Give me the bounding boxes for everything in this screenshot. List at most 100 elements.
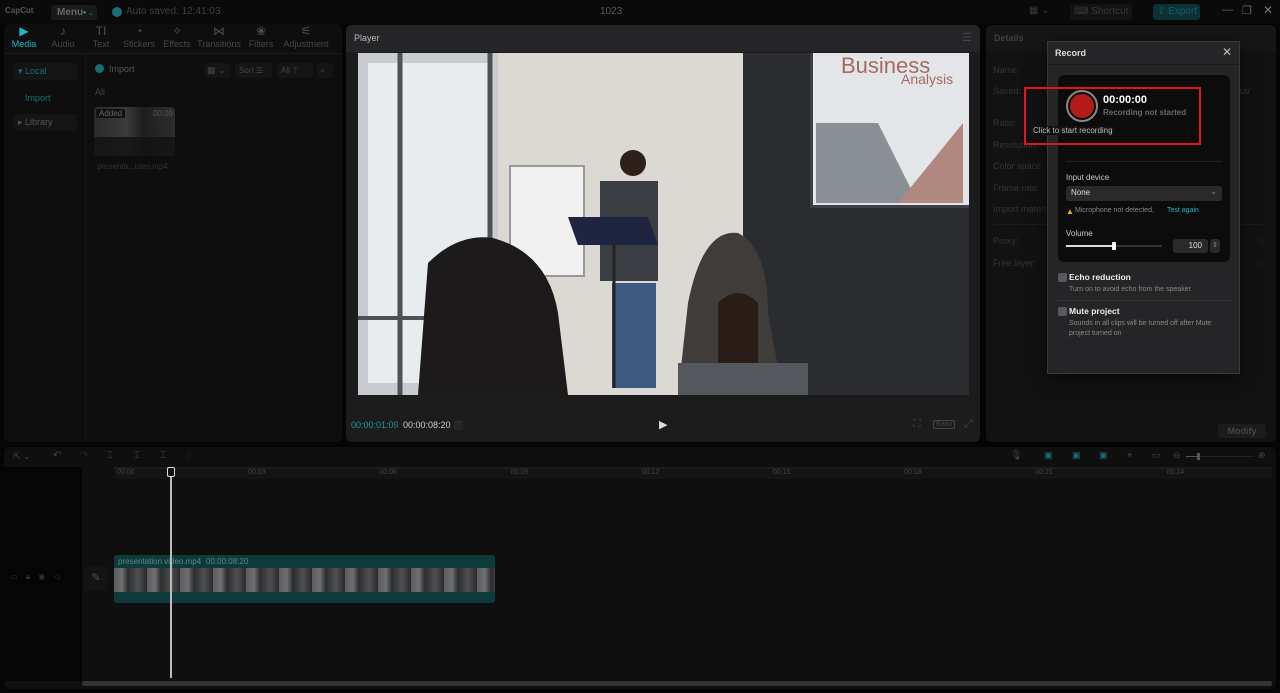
- timecode-grid-icon[interactable]: ▥: [453, 418, 463, 431]
- free-layer-info-icon[interactable]: ⓘ: [1257, 256, 1267, 271]
- proxy-info-icon[interactable]: ⓘ: [1257, 233, 1267, 248]
- zoom-out-icon[interactable]: ⊖: [1173, 450, 1181, 461]
- pencil-icon: ✎: [91, 572, 101, 584]
- view-grid-button[interactable]: ▦ ⌄: [204, 63, 230, 78]
- audio-icon[interactable]: ◁: [54, 572, 60, 581]
- shortcut-button[interactable]: ⌨ Shortcut: [1070, 4, 1132, 20]
- tab-stickers[interactable]: ◔ Stickers: [120, 24, 158, 49]
- ruler-tick-label: 00:00: [117, 469, 135, 476]
- timeline-scrollbar[interactable]: [82, 681, 1272, 686]
- tab-filters[interactable]: ❀ Filters: [243, 24, 279, 49]
- plus-circle-icon: [95, 64, 104, 73]
- sidebar-local[interactable]: ▾ Local: [14, 63, 77, 80]
- split-left-icon[interactable]: ⌶: [134, 450, 140, 461]
- select-tool-icon[interactable]: ⇱ ⌄: [13, 451, 31, 462]
- section-all-label: All: [95, 87, 106, 97]
- volume-stepper-icon[interactable]: ⇕: [1210, 239, 1220, 253]
- import-button[interactable]: Import: [95, 64, 147, 79]
- ruler-tick-label: 00:24: [1166, 469, 1185, 476]
- tab-media[interactable]: ▶ Media: [6, 24, 42, 49]
- playhead-handle[interactable]: [167, 467, 175, 477]
- sidebar-import[interactable]: Import: [25, 93, 51, 103]
- tab-audio[interactable]: ♪ Audio: [45, 24, 81, 49]
- video-preview[interactable]: Business Analysis: [358, 53, 969, 395]
- sidebar-library[interactable]: ▸ Library: [14, 114, 77, 131]
- mute-project-checkbox[interactable]: [1058, 307, 1067, 316]
- redo-icon[interactable]: ↷: [80, 450, 88, 461]
- tab-text[interactable]: TI Text: [83, 24, 119, 49]
- playhead[interactable]: [170, 468, 172, 678]
- cover-icon[interactable]: ▭: [10, 572, 18, 581]
- tab-effects[interactable]: ✧ Effects: [159, 24, 195, 49]
- menu-button[interactable]: Menu• ⌄: [51, 5, 97, 20]
- added-badge: Added: [96, 109, 126, 118]
- minimize-icon[interactable]: —: [1222, 4, 1233, 16]
- time-separator: /: [396, 420, 399, 430]
- filter-icon: ⊤: [292, 66, 300, 75]
- search-button[interactable]: ⌕: [317, 63, 333, 78]
- details-field-label: Frame rate:: [993, 183, 1040, 193]
- layout-icon[interactable]: ▦ ⌄: [1029, 5, 1050, 16]
- split-icon[interactable]: ⌶: [107, 450, 113, 461]
- cover-edit-button[interactable]: ✎: [84, 566, 108, 591]
- tab-adjustment[interactable]: ⚟ Adjustment: [283, 24, 329, 49]
- close-icon[interactable]: ✕: [1222, 45, 1232, 59]
- zoom-in-icon[interactable]: ⊕: [1258, 450, 1266, 461]
- ruler-tick-label: 00:06: [379, 469, 397, 476]
- title-bar: CapCut Menu• ⌄ Auto saved: 12:41:03 1023…: [0, 0, 1280, 24]
- shortcut-label: Shortcut: [1091, 6, 1129, 17]
- chevron-down-icon: ⌄: [85, 10, 94, 17]
- linkage-icon[interactable]: ▣: [1099, 450, 1108, 461]
- volume-input[interactable]: 100: [1173, 239, 1208, 253]
- details-field-label: Import materi: [993, 204, 1047, 214]
- microphone-icon[interactable]: 🎙: [1010, 450, 1023, 461]
- modify-button[interactable]: Modify: [1218, 424, 1266, 438]
- fit-screen-icon[interactable]: ⛶: [913, 418, 921, 431]
- restore-icon[interactable]: ❐: [1242, 4, 1252, 17]
- slide-title-analysis: Analysis: [901, 71, 953, 87]
- tab-label: Transitions: [197, 39, 241, 49]
- caption-icon[interactable]: ▭: [1152, 450, 1161, 461]
- ruler-tick-label: 00:18: [904, 469, 922, 476]
- fullscreen-icon[interactable]: ⤢: [964, 418, 973, 431]
- ruler-tick-label: 00:21: [1035, 469, 1053, 476]
- close-window-icon[interactable]: ✕: [1263, 3, 1273, 17]
- filter-all-label: All: [281, 66, 290, 75]
- play-button[interactable]: ▶: [659, 418, 667, 431]
- player-menu-icon[interactable]: ☰: [962, 31, 972, 44]
- auto-snap-icon[interactable]: ▣: [1072, 450, 1081, 461]
- sort-button[interactable]: Sort ☰: [235, 63, 272, 78]
- autosave-check-icon: [112, 7, 122, 17]
- export-button[interactable]: ⇪ Export: [1153, 4, 1200, 20]
- delete-icon[interactable]: ▯: [186, 450, 192, 461]
- test-again-link[interactable]: Test again: [1167, 207, 1199, 214]
- tab-label: Effects: [163, 39, 191, 49]
- ratio-button[interactable]: Ratio: [933, 420, 956, 429]
- export-label: Export: [1168, 6, 1198, 17]
- tab-label: Audio: [51, 39, 75, 49]
- zoom-slider[interactable]: [1186, 453, 1254, 460]
- media-item[interactable]: Added 00:09: [94, 107, 175, 156]
- echo-reduction-checkbox[interactable]: [1058, 273, 1067, 282]
- divider: [1066, 161, 1222, 162]
- lock-icon[interactable]: 🔒︎: [26, 572, 30, 581]
- split-right-icon[interactable]: ⌶: [160, 450, 166, 461]
- filter-button[interactable]: All ⊤: [277, 63, 313, 78]
- search-icon: ⌕: [320, 65, 326, 75]
- magnet-main-icon[interactable]: ▣: [1044, 450, 1053, 461]
- transitions-icon: ⋈: [213, 24, 225, 38]
- media-duration: 00:09: [152, 109, 173, 118]
- input-device-select[interactable]: None ⌄: [1066, 186, 1222, 201]
- sort-icon: ☰: [255, 66, 264, 75]
- tab-label: Text: [92, 39, 110, 49]
- tab-transitions[interactable]: ⋈ Transitions: [197, 24, 241, 49]
- volume-slider[interactable]: [1066, 242, 1162, 250]
- volume-slider-fill: [1066, 245, 1114, 247]
- volume-slider-thumb[interactable]: [1112, 242, 1116, 250]
- undo-icon[interactable]: ↶: [53, 450, 61, 461]
- export-icon: ⇪: [1157, 6, 1169, 17]
- eye-icon[interactable]: ◉: [38, 572, 45, 581]
- details-field-label: Ratio:: [993, 118, 1017, 128]
- zoom-slider-thumb[interactable]: [1197, 453, 1200, 460]
- preview-axis-icon[interactable]: ⌖: [1127, 450, 1132, 461]
